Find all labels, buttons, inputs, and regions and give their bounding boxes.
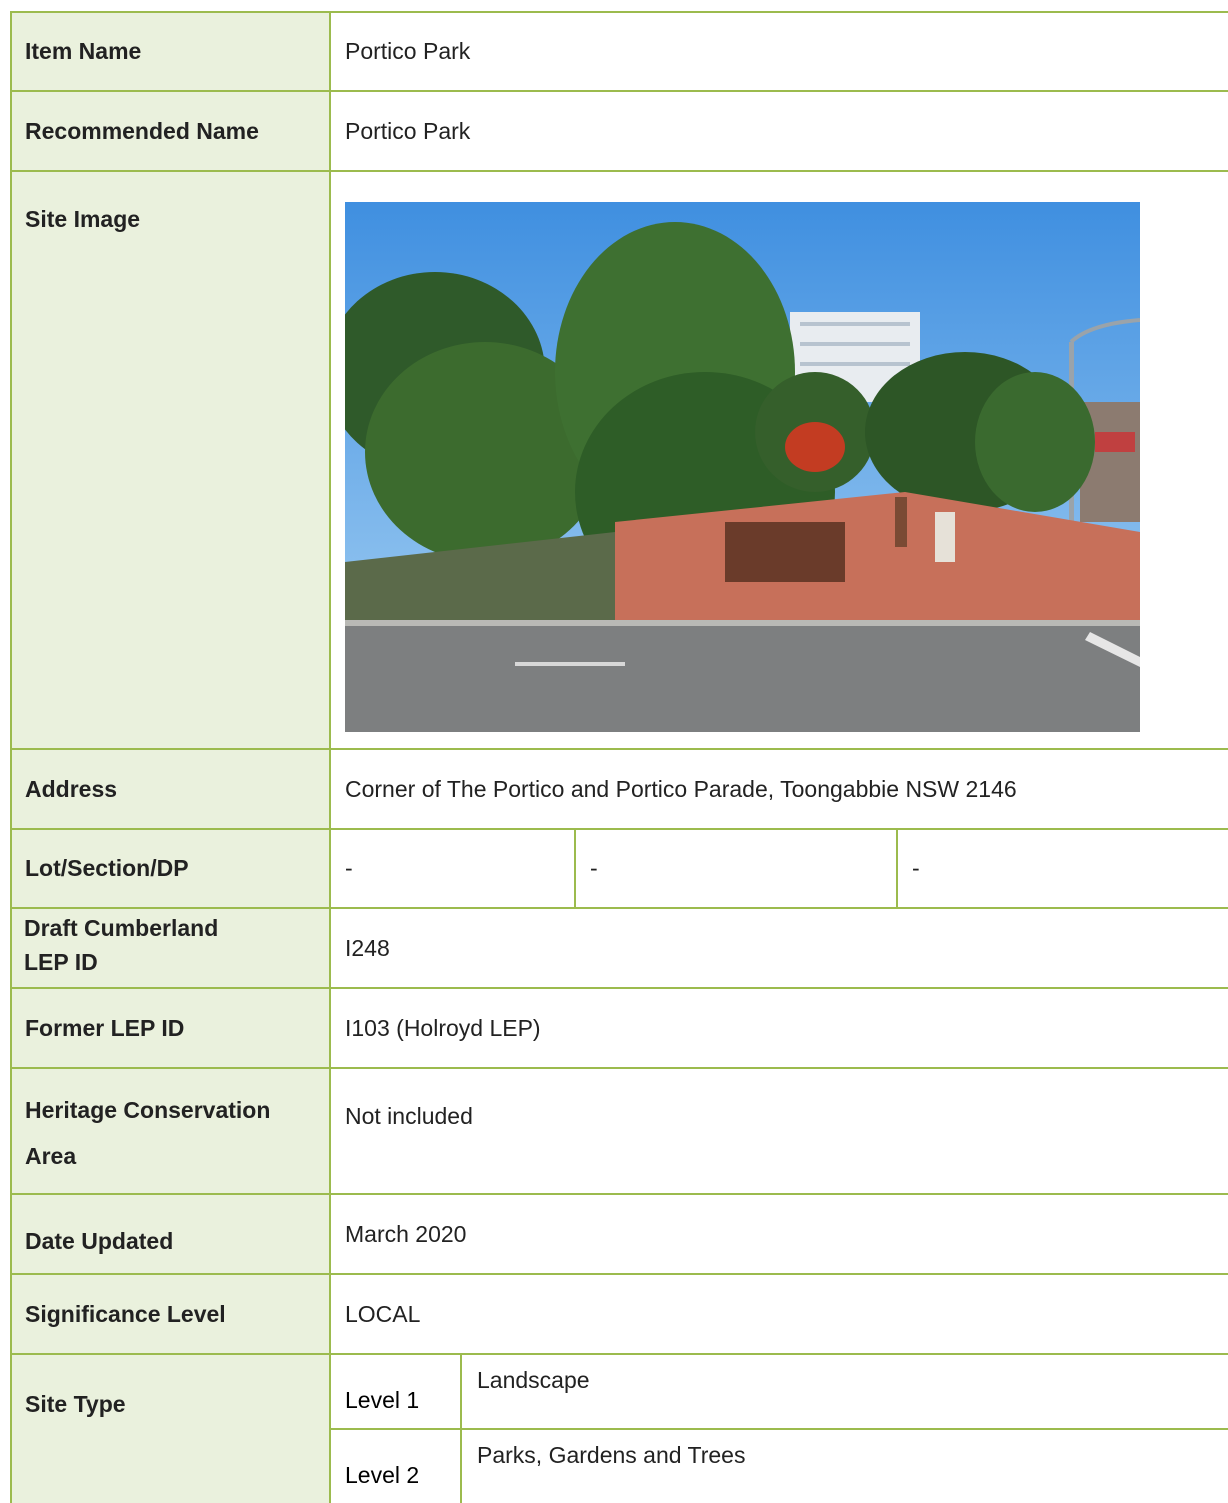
row-item-name: Item Name Portico Park <box>10 11 1228 90</box>
former-lep-id-label: Former LEP ID <box>10 989 331 1067</box>
lot-section-dp-values: - - - <box>331 830 1228 907</box>
item-name-value: Portico Park <box>345 38 471 64</box>
lot-section-dp-label: Lot/Section/DP <box>10 830 331 907</box>
row-lot-section-dp: Lot/Section/DP - - - <box>10 828 1228 907</box>
site-type-level2-row: Level 2 Parks, Gardens and Trees <box>331 1428 1228 1503</box>
recommended-name-value: Portico Park <box>345 117 471 144</box>
row-recommended-name: Recommended Name Portico Park <box>10 90 1228 170</box>
item-name-label: Item Name <box>10 13 331 90</box>
draft-lep-id-label-line1: Draft Cumberland <box>24 915 219 941</box>
site-type-label: Site Type <box>10 1355 331 1503</box>
significance-level-value: LOCAL <box>345 1300 421 1327</box>
row-former-lep-id: Former LEP ID I103 (Holroyd LEP) <box>10 987 1228 1067</box>
site-image-label: Site Image <box>10 172 331 748</box>
site-image-cell <box>331 172 1228 748</box>
row-date-updated: Date Updated March 2020 <box>10 1193 1228 1273</box>
row-significance-level: Significance Level LOCAL <box>10 1273 1228 1353</box>
row-site-image: Site Image <box>10 170 1228 748</box>
significance-level-label: Significance Level <box>10 1275 331 1353</box>
row-address: Address Corner of The Portico and Portic… <box>10 748 1228 828</box>
row-draft-lep-id: Draft Cumberland LEP ID I248 <box>10 907 1228 987</box>
draft-lep-id-label: Draft Cumberland LEP ID <box>10 909 331 987</box>
site-type-level2-value: Parks, Gardens and Trees <box>477 1442 746 1468</box>
site-photo <box>345 202 1140 732</box>
address-value: Corner of The Portico and Portico Parade… <box>345 775 1017 802</box>
hca-value: Not included <box>345 1103 473 1129</box>
row-heritage-conservation-area: Heritage Conservation Area Not included <box>10 1067 1228 1193</box>
date-updated-value: March 2020 <box>345 1221 467 1247</box>
hca-label: Heritage Conservation Area <box>10 1069 331 1193</box>
hca-label-line2: Area <box>25 1143 77 1169</box>
heritage-item-table: Item Name Portico Park Recommended Name … <box>10 11 1228 1503</box>
lot-value: - <box>331 830 576 907</box>
section-value: - <box>576 830 898 907</box>
hca-label-line1: Heritage Conservation <box>25 1097 271 1123</box>
site-type-level1-label: Level 1 <box>331 1355 462 1428</box>
site-type-level2-label: Level 2 <box>331 1430 462 1503</box>
dp-value: - <box>912 855 920 881</box>
site-type-level1-value: Landscape <box>477 1367 590 1393</box>
draft-lep-id-value: I248 <box>345 934 390 961</box>
date-updated-label: Date Updated <box>10 1195 331 1273</box>
former-lep-id-value: I103 (Holroyd LEP) <box>345 1014 541 1041</box>
site-type-level1-row: Level 1 Landscape <box>331 1355 1228 1428</box>
recommended-name-label: Recommended Name <box>10 92 331 170</box>
row-site-type: Site Type Level 1 Landscape Level 2 Park… <box>10 1353 1228 1503</box>
site-type-values: Level 1 Landscape Level 2 Parks, Gardens… <box>331 1355 1228 1503</box>
draft-lep-id-label-line2: LEP ID <box>24 949 98 975</box>
address-label: Address <box>10 750 331 828</box>
